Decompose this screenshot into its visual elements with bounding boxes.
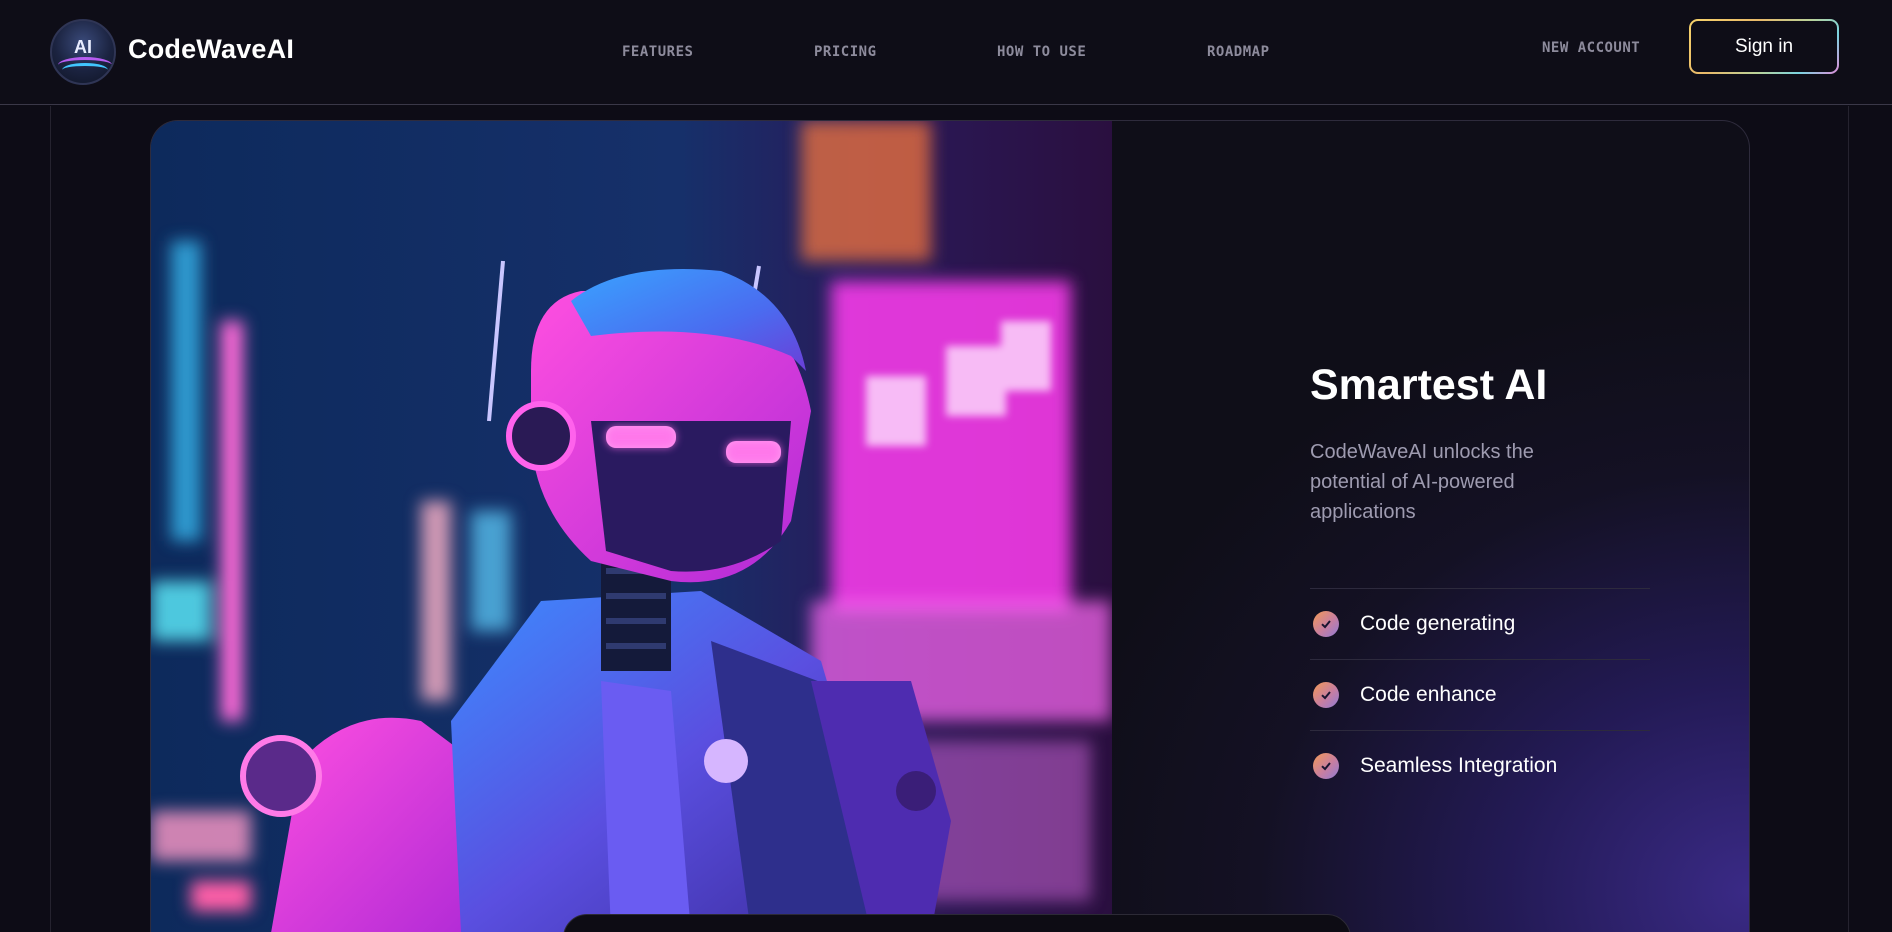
page-guide-line-right xyxy=(1848,106,1849,932)
check-icon xyxy=(1313,682,1339,708)
hero-card: Smartest AI CodeWaveAI unlocks the poten… xyxy=(150,120,1750,932)
check-icon xyxy=(1313,753,1339,779)
hero-content: Smartest AI CodeWaveAI unlocks the poten… xyxy=(1310,121,1749,932)
nav-link-roadmap[interactable]: ROADMAP xyxy=(1207,44,1270,60)
floating-panel xyxy=(563,914,1351,932)
nav-link-features[interactable]: FEATURES xyxy=(622,44,693,60)
hero-title: Smartest AI xyxy=(1310,361,1548,409)
new-account-link[interactable]: NEW ACCOUNT xyxy=(1542,40,1640,56)
feature-item: Seamless Integration xyxy=(1310,730,1650,801)
feature-label: Code enhance xyxy=(1360,683,1497,706)
feature-item: Code enhance xyxy=(1310,659,1650,730)
logo-text: AI xyxy=(74,37,92,57)
brand-logo-icon[interactable]: AI xyxy=(50,19,116,85)
robot-hero-image xyxy=(151,121,1112,932)
sign-in-button-border[interactable]: Sign in xyxy=(1689,19,1839,74)
brand-name[interactable]: CodeWaveAI xyxy=(128,34,294,65)
top-navigation-bar: AI CodeWaveAI FEATURES PRICING HOW TO US… xyxy=(0,0,1892,105)
nav-link-how-to-use[interactable]: HOW TO USE xyxy=(997,44,1086,60)
feature-label: Seamless Integration xyxy=(1360,754,1558,777)
feature-label: Code generating xyxy=(1360,612,1516,635)
feature-list: Code generating Code enhance Seamless In… xyxy=(1310,588,1650,801)
feature-item: Code generating xyxy=(1310,588,1650,659)
logo-wave-decoration xyxy=(62,63,108,77)
sign-in-button[interactable]: Sign in xyxy=(1691,21,1837,72)
hero-description: CodeWaveAI unlocks the potential of AI-p… xyxy=(1310,441,1534,523)
nav-link-pricing[interactable]: PRICING xyxy=(814,44,877,60)
robot-illustration xyxy=(151,121,1112,932)
check-icon xyxy=(1313,611,1339,637)
page-guide-line-left xyxy=(50,106,51,932)
